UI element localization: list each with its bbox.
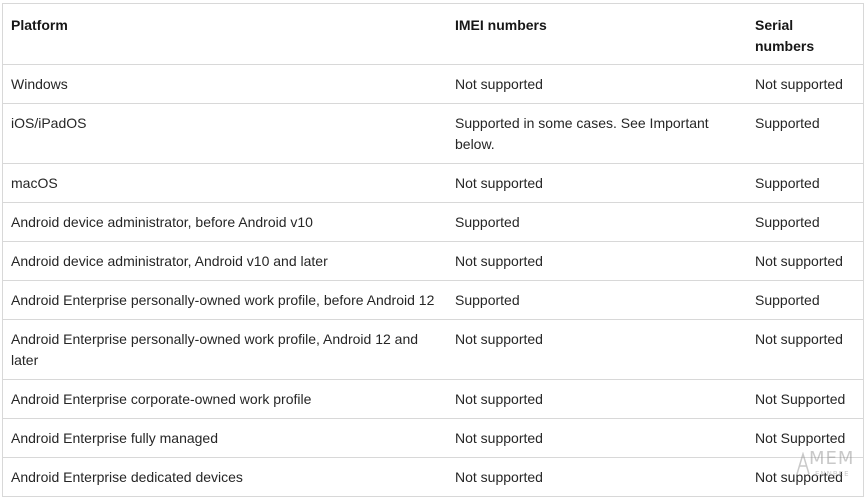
cell-serial: Supported xyxy=(747,202,863,242)
cell-imei: Supported xyxy=(447,202,747,242)
table-row: Windows Not supported Not supported xyxy=(3,64,863,104)
cell-imei: Not supported xyxy=(447,319,747,380)
table-row: Android Enterprise corporate-owned work … xyxy=(3,379,863,419)
cell-platform: Android Enterprise personally-owned work… xyxy=(3,280,447,320)
cell-imei: Not supported xyxy=(447,379,747,419)
cell-imei: Supported xyxy=(447,280,747,320)
table-row: Android Enterprise fully managed Not sup… xyxy=(3,418,863,458)
cell-imei: Not supported xyxy=(447,241,747,281)
cell-serial: Not supported xyxy=(747,319,863,380)
cell-serial: Supported xyxy=(747,163,863,203)
header-platform: Platform xyxy=(3,3,447,65)
cell-platform: Android Enterprise fully managed xyxy=(3,418,447,458)
table-row: Android device administrator, before And… xyxy=(3,202,863,242)
platform-support-table: Platform IMEI numbers Serial numbers Win… xyxy=(3,3,863,497)
header-serial-numbers: Serial numbers xyxy=(747,3,863,65)
support-table-container: Platform IMEI numbers Serial numbers Win… xyxy=(2,3,864,497)
cell-serial: Not supported xyxy=(747,64,863,104)
table-row: macOS Not supported Supported xyxy=(3,163,863,203)
cell-platform: Android Enterprise corporate-owned work … xyxy=(3,379,447,419)
cell-platform: Android device administrator, Android v1… xyxy=(3,241,447,281)
cell-imei: Not supported xyxy=(447,163,747,203)
cell-platform: Windows xyxy=(3,64,447,104)
cell-serial: Supported xyxy=(747,103,863,164)
cell-platform: macOS xyxy=(3,163,447,203)
cell-serial: Not supported xyxy=(747,241,863,281)
cell-platform: Android Enterprise dedicated devices xyxy=(3,457,447,497)
cell-imei: Not supported xyxy=(447,418,747,458)
table-row: Android Enterprise dedicated devices Not… xyxy=(3,457,863,497)
table-row: Android device administrator, Android v1… xyxy=(3,241,863,281)
table-header-row: Platform IMEI numbers Serial numbers xyxy=(3,3,863,65)
table-row: iOS/iPadOS Supported in some cases. See … xyxy=(3,103,863,164)
cell-imei: Not supported xyxy=(447,64,747,104)
cell-platform: Android Enterprise personally-owned work… xyxy=(3,319,447,380)
cell-platform: Android device administrator, before And… xyxy=(3,202,447,242)
cell-imei: Supported in some cases. See Important b… xyxy=(447,103,747,164)
header-imei-numbers: IMEI numbers xyxy=(447,3,747,65)
cell-serial: Not Supported xyxy=(747,379,863,419)
cell-serial: Not Supported xyxy=(747,418,863,458)
cell-platform: iOS/iPadOS xyxy=(3,103,447,164)
cell-serial: Not supported xyxy=(747,457,863,497)
table-row: Android Enterprise personally-owned work… xyxy=(3,280,863,320)
cell-serial: Supported xyxy=(747,280,863,320)
table-row: Android Enterprise personally-owned work… xyxy=(3,319,863,380)
cell-imei: Not supported xyxy=(447,457,747,497)
